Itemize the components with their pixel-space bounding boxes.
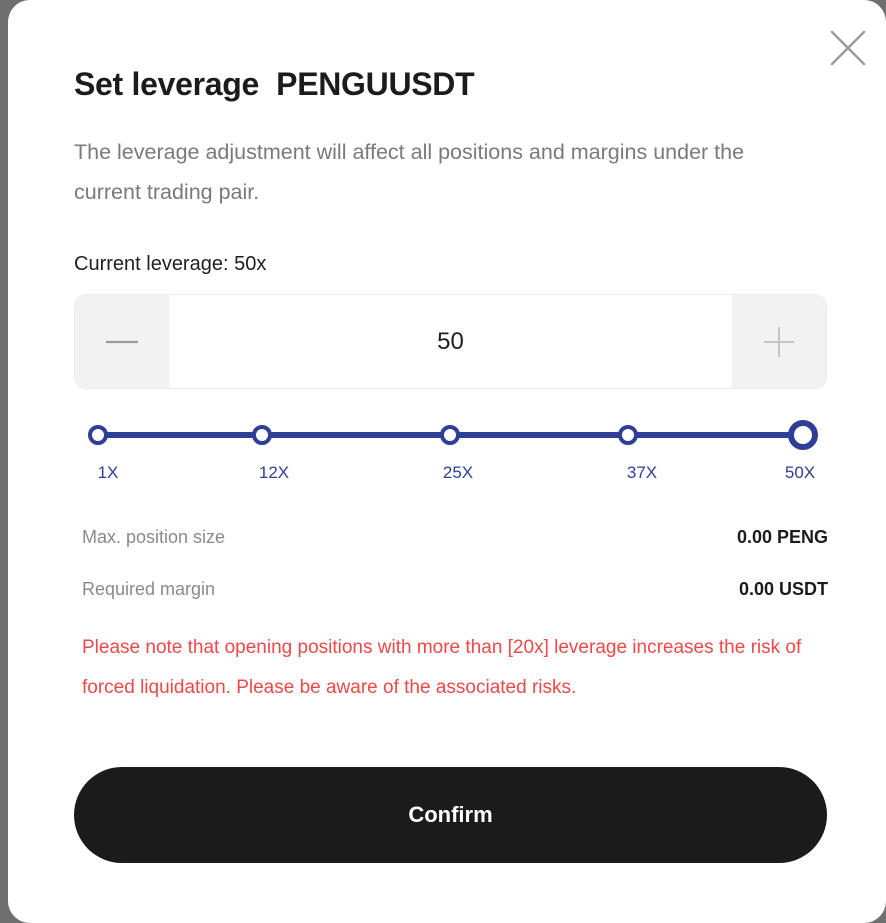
plus-icon: [764, 326, 794, 357]
slider-label-50x[interactable]: 50X: [785, 463, 815, 483]
slider-mark-37x[interactable]: [618, 425, 638, 445]
leverage-input[interactable]: [169, 295, 732, 388]
slider-label-12x[interactable]: 12X: [259, 463, 289, 483]
minus-icon: [106, 340, 138, 343]
slider-label-1x[interactable]: 1X: [98, 463, 119, 483]
leverage-stepper: [74, 294, 827, 389]
decrease-leverage-button[interactable]: [75, 295, 169, 388]
risk-warning-text: Please note that opening positions with …: [82, 637, 802, 698]
close-button[interactable]: [826, 26, 870, 70]
slider-mark-12x[interactable]: [252, 425, 272, 445]
slider-label-25x[interactable]: 25X: [443, 463, 473, 483]
max-position-row: Max. position size 0.00 PENG: [82, 527, 828, 548]
set-leverage-dialog: Set leverage PENGUUSDT The leverage adju…: [8, 0, 886, 923]
required-margin-label: Required margin: [82, 579, 216, 599]
max-position-value: 0.00 PENG: [736, 527, 828, 547]
current-leverage-label: Current leverage: 50x: [74, 253, 267, 275]
slider-label-37x[interactable]: 37X: [627, 463, 657, 483]
slider-handle-50x[interactable]: [788, 420, 818, 450]
leverage-slider[interactable]: 1X 12X 25X 37X 50X: [88, 417, 828, 487]
slider-mark-1x[interactable]: [88, 425, 108, 445]
dialog-description: The leverage adjustment will affect all …: [74, 140, 745, 204]
close-icon: [830, 30, 866, 66]
slider-mark-25x[interactable]: [440, 425, 460, 445]
required-margin-value: 0.00 USDT: [738, 579, 828, 599]
required-margin-row: Required margin 0.00 USDT: [82, 579, 828, 600]
increase-leverage-button[interactable]: [732, 295, 826, 388]
confirm-button[interactable]: Confirm: [74, 767, 827, 863]
dialog-title: Set leverage PENGUUSDT: [74, 66, 475, 102]
max-position-label: Max. position size: [82, 527, 226, 547]
